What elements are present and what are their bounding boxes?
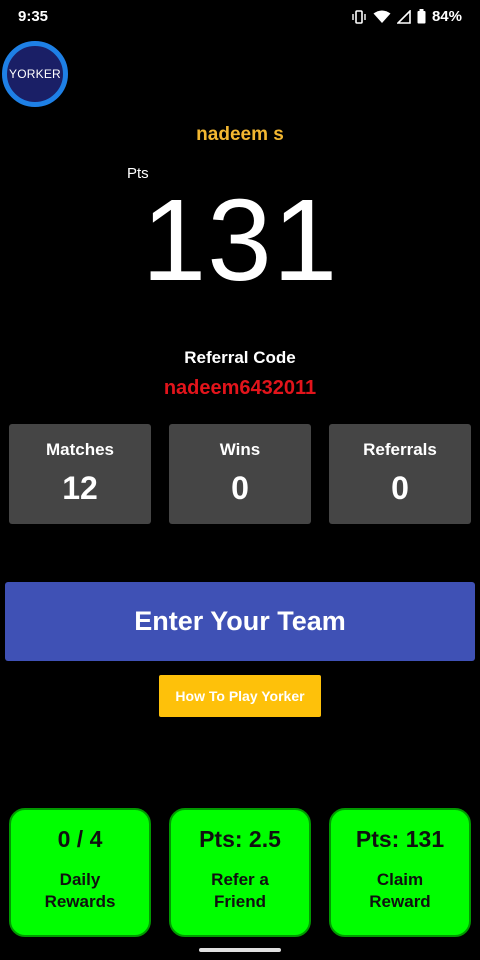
status-time: 9:35 <box>18 8 49 25</box>
stat-value: 12 <box>62 470 98 506</box>
reward-label: Refer a Friend <box>211 870 269 911</box>
status-icons: 84% <box>351 8 462 25</box>
claim-reward-card[interactable]: Pts: 131 Claim Reward <box>329 808 471 937</box>
stat-label: Wins <box>219 440 261 459</box>
stat-card-referrals: Referrals 0 <box>329 424 471 524</box>
stat-label: Matches <box>45 440 115 459</box>
stat-card-matches: Matches 12 <box>9 424 151 524</box>
reward-value: Pts: 131 <box>355 826 445 852</box>
user-name: nadeem s <box>196 124 284 145</box>
stat-value: 0 <box>391 470 409 506</box>
refer-friend-card[interactable]: Pts: 2.5 Refer a Friend <box>169 808 311 937</box>
logo-text: YORKER <box>9 67 61 81</box>
daily-rewards-card[interactable]: 0 / 4 Daily Rewards <box>9 808 151 937</box>
how-to-play-button[interactable]: How To Play Yorker <box>159 675 321 717</box>
vibrate-icon <box>351 9 367 24</box>
points-value: 131 <box>141 175 339 305</box>
yorker-logo[interactable]: YORKER <box>2 41 68 107</box>
referral-code-label: Referral Code <box>184 348 296 367</box>
reward-value: 0 / 4 <box>57 826 103 852</box>
reward-label: Claim Reward <box>369 870 431 911</box>
stat-card-wins: Wins 0 <box>169 424 311 524</box>
stat-value: 0 <box>231 470 249 506</box>
stat-label: Referrals <box>363 440 437 459</box>
reward-label: Daily Rewards <box>44 870 116 911</box>
battery-icon <box>417 9 426 24</box>
wifi-icon <box>373 10 391 24</box>
reward-value: Pts: 2.5 <box>199 826 281 852</box>
battery-percent: 84% <box>431 8 462 25</box>
signal-icon <box>396 9 411 24</box>
enter-your-team-button[interactable]: Enter Your Team <box>5 582 475 661</box>
home-indicator[interactable] <box>199 948 281 952</box>
status-bar: 9:35 84% <box>0 0 480 34</box>
referral-code: nadeem6432011 <box>163 377 317 399</box>
